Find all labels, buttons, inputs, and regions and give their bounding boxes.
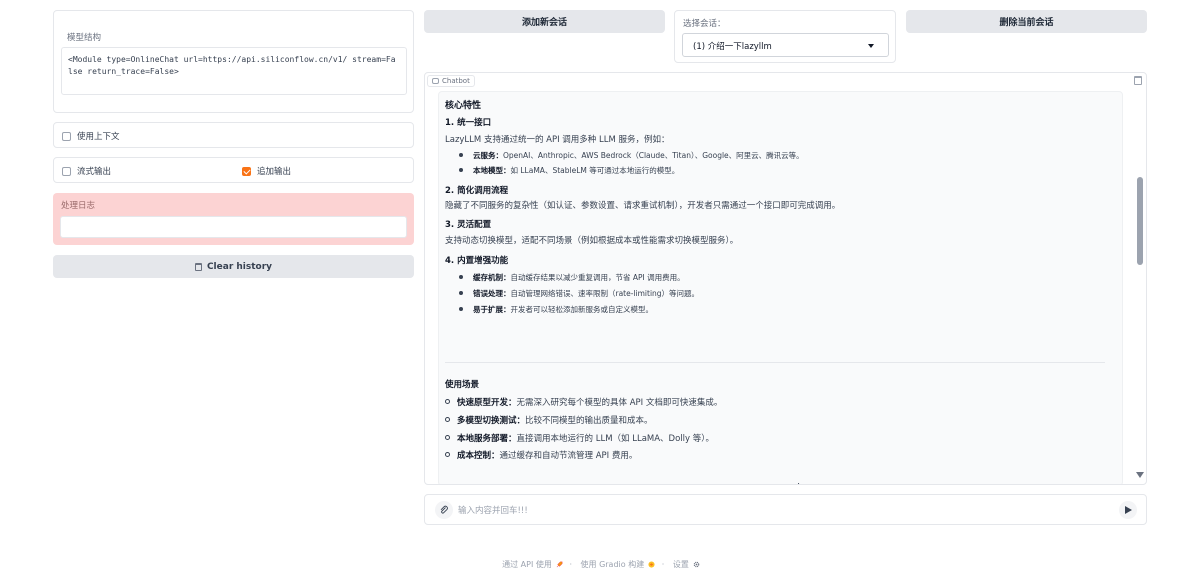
clear-history-label: Clear history [206,261,273,272]
list-item: 本地模型：如 LLaMA、StableLM 等可通过本地运行的模型。 [459,165,679,176]
list-item: 本地服务部署：直接调用本地运行的 LLM（如 LLaMA、Dolly 等）。 [445,432,714,444]
message-input[interactable] [458,502,1098,519]
list-item: 错误处理：自动管理网络错误、速率限制（rate-limiting）等问题。 [459,288,699,299]
trash-icon [194,262,202,271]
send-button[interactable] [1119,501,1137,519]
gear-icon [693,561,700,568]
scrollbar[interactable] [1136,97,1144,482]
use-context-check-box[interactable] [62,131,71,141]
session-select-panel: 选择会话： (1) 介绍一下lazyllm [674,10,896,63]
list-item: 云服务：OpenAI、Anthropic、AWS Bedrock（Claude、… [459,150,804,161]
gradio-link[interactable]: 使用 Gradio 构建 [579,560,656,569]
processing-log-panel: 处理日志 [53,193,414,245]
core-features-heading: 核心特性 [445,101,482,111]
chat-bubble-icon [432,78,439,84]
model-structure-panel: 模型结构 <Module type=OnlineChat url=https:/… [53,10,414,113]
separator: · [661,560,665,569]
session-dropdown-value: (1) 介绍一下lazyllm [693,42,772,52]
section-body: LazyLLM 支持通过统一的 API 调用多种 LLM 服务，例如： [445,135,670,145]
usage-heading: 使用场景 [445,380,480,390]
chatbot-tag: Chatbot [427,75,475,87]
assistant-message: 核心特性 1. 统一接口 LazyLLM 支持通过统一的 API 调用多种 LL… [438,91,1123,484]
processing-log-field[interactable] [60,216,407,238]
append-output-checkbox[interactable]: 追加输出 [242,165,291,177]
divider [445,362,1105,363]
rocket-icon [556,561,563,568]
model-structure-label: 模型结构 [67,33,102,43]
paperclip-icon[interactable] [435,501,453,519]
delete-session-button[interactable]: 删除当前会话 [906,10,1147,33]
session-select-label: 选择会话： [683,19,726,29]
delete-chat-icon[interactable] [1134,76,1142,85]
append-output-label: 追加输出 [257,167,292,177]
settings-link[interactable]: 设置 [671,560,700,569]
use-context-label: 使用上下文 [77,132,120,142]
scroll-down-arrow-icon[interactable] [1136,472,1144,478]
list-item: 多模型切换测试：比较不同模型的输出质量和成本。 [445,414,653,426]
scrollbar-thumb[interactable] [1137,177,1143,265]
stream-output-check-box[interactable] [62,166,71,176]
list-item: 快速原型开发：无需深入研究每个模型的具体 API 文档即可快速集成。 [445,396,722,408]
stream-output-label: 流式输出 [77,167,112,177]
append-output-check-box[interactable] [242,166,251,176]
api-link[interactable]: 通过 API 使用 [500,560,563,569]
section-title: 2. 简化调用流程 [445,186,509,196]
clear-history-button[interactable]: Clear history [53,255,414,278]
scroll-to-bottom-icon[interactable]: ↓ [794,481,803,484]
separator: · [569,560,572,569]
section-title: 3. 灵活配置 [445,220,492,230]
processing-log-label: 处理日志 [61,201,96,211]
session-dropdown[interactable]: (1) 介绍一下lazyllm [682,33,889,57]
model-structure-code[interactable]: <Module type=OnlineChat url=https://api.… [61,47,407,95]
section-body: 支持动态切换模型，适配不同场景（例如根据成本或性能需求切换模型服务）。 [445,236,739,246]
section-title: 4. 内置增强功能 [445,256,509,266]
footer: 通过 API 使用 · 使用 Gradio 构建 · 设置 [0,559,1200,570]
list-item: 缓存机制：自动缓存结果以减少重复调用，节省 API 调用费用。 [459,272,685,283]
list-item: 易于扩展：开发者可以轻松添加新服务或自定义模型。 [459,304,653,315]
chatbot-panel: Chatbot 核心特性 1. 统一接口 LazyLLM 支持通过统一的 API… [424,72,1147,485]
output-options-panel: 流式输出 追加输出 [53,157,414,183]
stream-output-checkbox[interactable]: 流式输出 [62,165,111,177]
add-session-button[interactable]: 添加新会话 [424,10,665,33]
section-title: 1. 统一接口 [445,118,492,128]
chevron-down-icon [868,44,874,48]
chatbot-tag-label: Chatbot [442,77,470,85]
section-body: 隐藏了不同服务的复杂性（如认证、参数设置、请求重试机制），开发者只需通过一个接口… [445,201,841,211]
context-panel: 使用上下文 [53,122,414,148]
use-context-checkbox[interactable]: 使用上下文 [62,130,120,142]
send-icon [1124,506,1132,514]
list-item: 成本控制：通过缓存和自动节流管理 API 费用。 [445,449,637,461]
gradio-logo-icon [648,561,655,568]
chat-input-bar [424,494,1147,525]
